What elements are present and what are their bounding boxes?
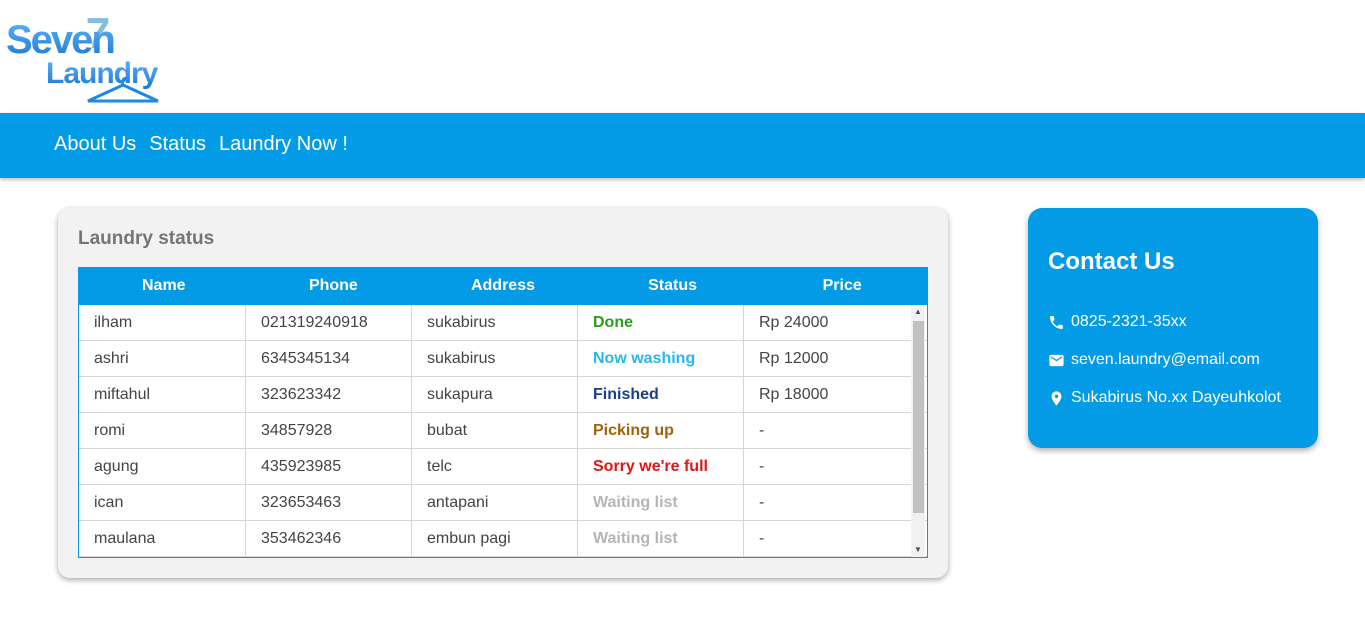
cell-price: - <box>759 422 765 439</box>
status-card-title: Laundry status <box>78 228 215 249</box>
logo-line1: Seven <box>6 18 114 62</box>
nav-laundry-now[interactable]: Laundry Now ! <box>219 133 348 156</box>
nav-menu: About Us Status Laundry Now ! <box>54 133 361 156</box>
cell-address: antapani <box>412 485 578 521</box>
cell-phone: 435923985 <box>246 449 412 485</box>
cell-phone: 6345345134 <box>246 341 412 377</box>
cell-status: Sorry we're full <box>578 449 744 485</box>
cell-address: embun pagi <box>412 521 578 557</box>
cell-status: Now washing <box>578 341 744 377</box>
cell-status: Waiting list <box>578 485 744 521</box>
contact-phone-text: 0825-2321-35xx <box>1071 313 1187 330</box>
cell-phone: 34857928 <box>246 413 412 449</box>
cell-name: ashri <box>79 341 246 377</box>
cell-name: ilham <box>79 305 246 341</box>
column-header-name: Name <box>142 277 186 294</box>
cell-address: sukapura <box>412 377 578 413</box>
cell-price: Rp 18000 <box>759 386 829 403</box>
cell-address: bubat <box>412 413 578 449</box>
cell-name: romi <box>79 413 246 449</box>
contact-email: seven.laundry@email.com <box>1048 351 1260 369</box>
table-row[interactable]: ilham 021319240918 sukabirus Done Rp 24000 <box>79 305 927 341</box>
logo-line2: Laundry <box>46 57 159 90</box>
table-row[interactable]: maulana 353462346 embun pagi Waiting list - <box>79 521 927 557</box>
cell-phone: 353462346 <box>246 521 412 557</box>
nav-status[interactable]: Status <box>149 133 206 156</box>
contact-address-text: Sukabirus No.xx Dayeuhkolot <box>1071 389 1281 406</box>
mail-icon <box>1049 354 1064 366</box>
contact-address: Sukabirus No.xx Dayeuhkolot <box>1048 389 1281 407</box>
contact-email-text[interactable]: seven.laundry@email.com <box>1071 351 1260 369</box>
phone-icon <box>1050 315 1063 329</box>
cell-address: sukabirus <box>412 341 578 377</box>
column-header-status: Status <box>648 277 698 294</box>
cell-address: telc <box>412 449 578 485</box>
cell-phone: 021319240918 <box>246 305 412 341</box>
contact-card: Contact Us 0825-2321-35xx seven.laundry@… <box>1028 208 1318 448</box>
cell-status: Picking up <box>578 413 744 449</box>
cell-status: Done <box>578 305 744 341</box>
contact-phone: 0825-2321-35xx <box>1048 313 1187 331</box>
table-body[interactable]: ilham 021319240918 sukabirus Done Rp 24000 as… <box>79 305 927 557</box>
table-header: Name Phone Address Status Price <box>79 268 927 305</box>
cell-phone: 323653463 <box>246 485 412 521</box>
cell-name: miftahul <box>79 377 246 413</box>
laundry-status-card: Laundry status Name Phone Address Status… <box>58 208 948 578</box>
cell-price: Rp 12000 <box>759 350 829 367</box>
cell-status: Waiting list <box>578 521 744 557</box>
cell-price: - <box>759 494 765 511</box>
cell-price: - <box>759 530 765 547</box>
contact-title: Contact Us <box>1048 248 1175 275</box>
cell-name: ican <box>79 485 246 521</box>
seven-laundry-logo[interactable]: 7 Seven Laundry <box>6 8 181 108</box>
scroll-down-arrow-icon[interactable]: ▼ <box>911 543 925 557</box>
location-pin-icon <box>1051 390 1062 406</box>
table-scrollbar[interactable]: ▲ ▼ <box>911 305 925 557</box>
cell-name: maulana <box>79 521 246 557</box>
header: 7 Seven Laundry <box>0 0 1365 113</box>
scroll-up-arrow-icon[interactable]: ▲ <box>911 305 925 319</box>
column-header-address: Address <box>470 277 535 294</box>
table-row[interactable]: ashri 6345345134 sukabirus Now washing Rp 12… <box>79 341 927 377</box>
table-row[interactable]: miftahul 323623342 sukapura Finished Rp 1800… <box>79 377 927 413</box>
table-row[interactable]: agung 435923985 telc Sorry we're full - <box>79 449 927 485</box>
table-row[interactable]: romi 34857928 bubat Picking up - <box>79 413 927 449</box>
cell-price: Rp 24000 <box>759 314 829 331</box>
cell-status: Finished <box>578 377 744 413</box>
table-row[interactable]: ican 323653463 antapani Waiting list - <box>79 485 927 521</box>
column-header-phone: Phone <box>308 277 358 294</box>
cell-price: - <box>759 458 765 475</box>
status-table: Name Phone Address Status Price ilham 021… <box>78 267 928 558</box>
navbar: About Us Status Laundry Now ! <box>0 113 1365 178</box>
column-header-price: Price <box>822 277 862 294</box>
cell-address: sukabirus <box>412 305 578 341</box>
cell-phone: 323623342 <box>246 377 412 413</box>
cell-name: agung <box>79 449 246 485</box>
nav-about-us[interactable]: About Us <box>54 133 136 156</box>
scrollbar-thumb[interactable] <box>913 321 924 513</box>
